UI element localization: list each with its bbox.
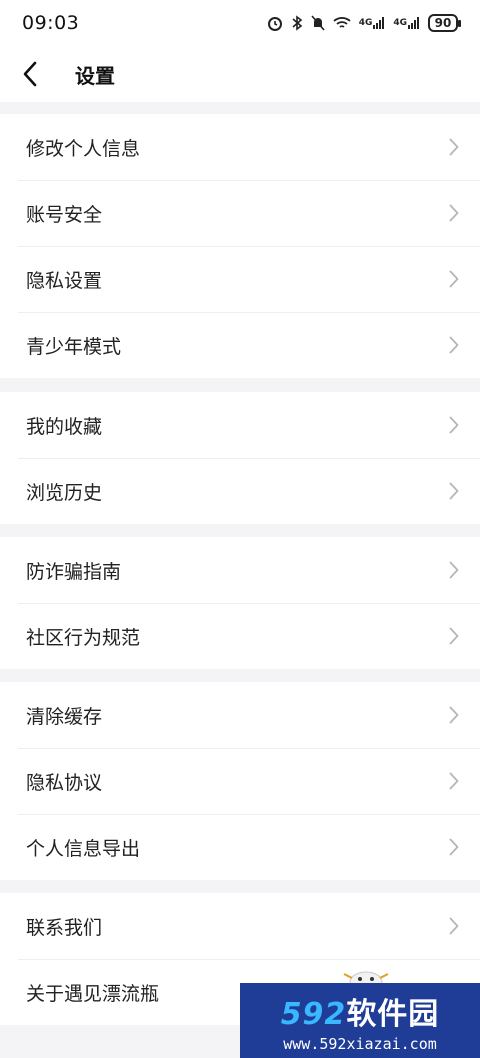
menu-item-label: 清除缓存 <box>26 705 103 728</box>
chevron-right-icon <box>446 335 462 355</box>
mute-bell-icon <box>311 15 325 31</box>
menu-item-label: 修改个人信息 <box>26 137 141 160</box>
chevron-right-icon <box>446 916 462 936</box>
menu-item-label: 账号安全 <box>26 203 103 226</box>
signal-1-label: 4G <box>358 18 373 28</box>
bluetooth-icon <box>291 15 303 31</box>
settings-group-safety: 防诈骗指南 社区行为规范 <box>0 537 480 669</box>
chevron-right-icon <box>446 705 462 725</box>
status-bar: 09:03 4G 4G 90 <box>0 0 480 46</box>
menu-item-label: 联系我们 <box>26 916 103 939</box>
header: 设置 <box>0 46 480 102</box>
watermark-text: 软件园 <box>346 996 440 1032</box>
wifi-icon <box>333 16 351 30</box>
menu-item-community-rules[interactable]: 社区行为规范 <box>0 603 480 669</box>
menu-item-label: 隐私协议 <box>26 771 103 794</box>
menu-item-label: 个人信息导出 <box>26 837 141 860</box>
chevron-right-icon <box>446 415 462 435</box>
watermark-url: www.592xiazai.com <box>283 1034 437 1053</box>
chevron-right-icon <box>446 837 462 857</box>
signal-2-label: 4G <box>393 18 407 28</box>
menu-item-label: 浏览历史 <box>26 481 103 504</box>
signal-1-icon: 4G <box>359 17 386 29</box>
menu-item-label: 隐私设置 <box>26 269 103 292</box>
menu-item-label: 青少年模式 <box>26 335 122 358</box>
status-icons: 4G 4G 90 <box>267 14 461 32</box>
menu-item-label: 社区行为规范 <box>26 626 141 649</box>
menu-item-teen-mode[interactable]: 青少年模式 <box>0 312 480 378</box>
menu-item-anti-fraud[interactable]: 防诈骗指南 <box>0 537 480 603</box>
menu-item-edit-profile[interactable]: 修改个人信息 <box>0 114 480 180</box>
settings-group-content: 我的收藏 浏览历史 <box>0 392 480 524</box>
menu-item-account-security[interactable]: 账号安全 <box>0 180 480 246</box>
chevron-right-icon <box>446 203 462 223</box>
back-button[interactable] <box>0 46 60 102</box>
chevron-right-icon <box>446 771 462 791</box>
status-time: 09:03 <box>22 12 80 34</box>
menu-item-export-info[interactable]: 个人信息导出 <box>0 814 480 880</box>
chevron-right-icon <box>446 137 462 157</box>
chevron-right-icon <box>446 269 462 289</box>
menu-item-privacy-settings[interactable]: 隐私设置 <box>0 246 480 312</box>
battery-icon: 90 <box>428 14 461 32</box>
menu-item-label: 我的收藏 <box>26 415 103 438</box>
menu-item-contact-us[interactable]: 联系我们 <box>0 893 480 959</box>
signal-2-icon: 4G <box>393 17 420 29</box>
menu-item-label: 防诈骗指南 <box>26 560 122 583</box>
chevron-right-icon <box>446 560 462 580</box>
watermark-title: 592软件园 <box>281 989 440 1033</box>
menu-item-favorites[interactable]: 我的收藏 <box>0 392 480 458</box>
menu-item-privacy-policy[interactable]: 隐私协议 <box>0 748 480 814</box>
watermark-logo: 592软件园 www.592xiazai.com <box>240 983 480 1058</box>
page-title: 设置 <box>75 63 115 88</box>
alarm-icon <box>267 15 283 31</box>
settings-group-data: 清除缓存 隐私协议 个人信息导出 <box>0 682 480 880</box>
menu-item-clear-cache[interactable]: 清除缓存 <box>0 682 480 748</box>
chevron-right-icon <box>446 626 462 646</box>
chevron-right-icon <box>446 481 462 501</box>
watermark-number: 592 <box>280 996 347 1032</box>
chevron-left-icon <box>23 61 37 87</box>
menu-item-history[interactable]: 浏览历史 <box>0 458 480 524</box>
menu-item-label: 关于遇见漂流瓶 <box>26 982 160 1005</box>
settings-group-account: 修改个人信息 账号安全 隐私设置 青少年模式 <box>0 114 480 378</box>
